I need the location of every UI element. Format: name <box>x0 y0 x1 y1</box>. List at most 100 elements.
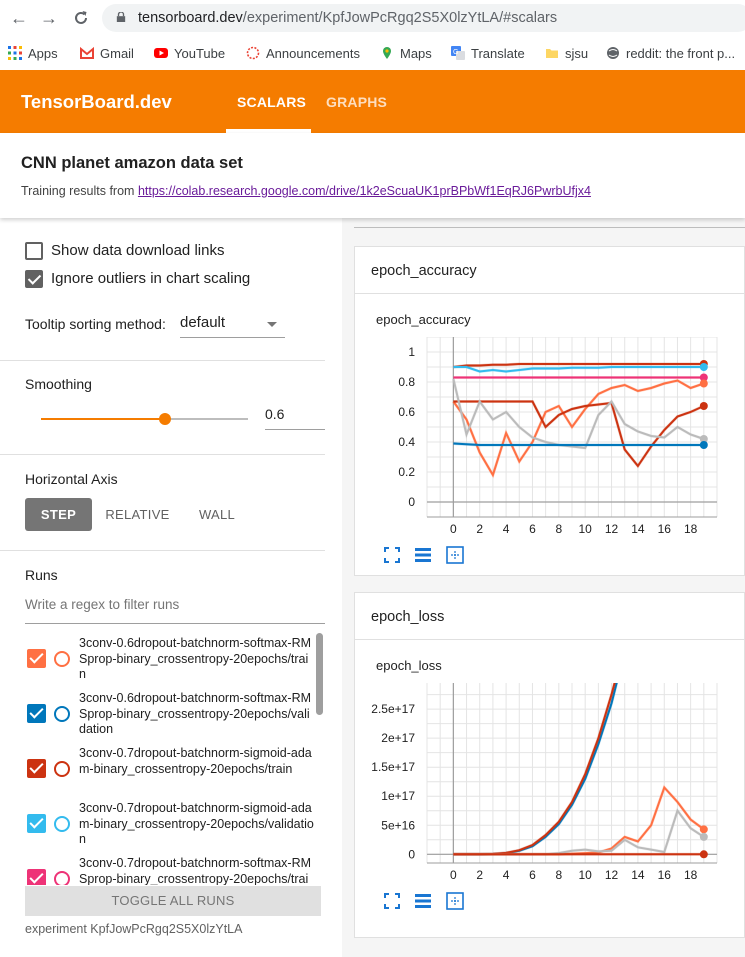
fullscreen-icon[interactable] <box>383 892 401 910</box>
folder-icon <box>546 49 558 58</box>
x-tick-label: 18 <box>684 522 698 536</box>
ignore-outliers-checkbox[interactable] <box>25 270 43 288</box>
card-epoch-accuracy: epoch_accuracy epoch_accuracy 0 2 4 6 8 10 12 1… <box>354 246 745 576</box>
sidebar: Show data download links Ignore outliers… <box>0 218 342 957</box>
bookmark-gmail[interactable]: Gmail <box>80 43 134 63</box>
x-tick-label: 18 <box>684 868 698 882</box>
run-color-circle[interactable] <box>54 816 70 832</box>
x-tick-label: 16 <box>658 868 672 882</box>
y-tick-label: 5e+16 <box>381 818 415 832</box>
data-table-icon[interactable] <box>414 892 432 910</box>
series-endpoint <box>699 379 708 388</box>
bookmark-announcements[interactable]: Announcements <box>246 43 360 63</box>
series-endpoint <box>699 850 708 859</box>
fit-domain-icon[interactable] <box>446 892 464 910</box>
x-tick-label: 4 <box>503 522 510 536</box>
smoothing-label: Smoothing <box>25 376 92 392</box>
x-tick-label: 0 <box>450 522 457 536</box>
bookmark-label: Gmail <box>100 45 134 61</box>
run-checkbox[interactable] <box>27 759 46 778</box>
axis-step-button[interactable]: STEP <box>25 498 92 531</box>
bookmark-label: Apps <box>28 45 58 61</box>
fullscreen-icon[interactable] <box>383 546 401 564</box>
card-title: epoch_accuracy <box>371 263 477 279</box>
x-tick-label: 8 <box>555 868 562 882</box>
series-endpoint <box>699 832 708 841</box>
x-tick-label: 12 <box>605 522 619 536</box>
bookmark-apps[interactable]: Apps <box>8 43 58 63</box>
fit-domain-icon[interactable] <box>446 546 464 564</box>
x-tick-label: 16 <box>658 522 672 536</box>
address-bar[interactable]: tensorboard.dev/experiment/KpfJowPcRgq2S… <box>102 4 745 32</box>
bookmark-label: Translate <box>471 45 525 61</box>
series-endpoint <box>699 363 708 371</box>
show-download-links-checkbox[interactable] <box>25 242 43 260</box>
x-tick-label: 4 <box>503 868 510 882</box>
x-tick-label: 10 <box>579 868 593 882</box>
youtube-icon <box>154 48 168 58</box>
reload-icon[interactable] <box>72 9 90 27</box>
url-host: tensorboard.dev <box>138 10 243 26</box>
main-content: epoch_accuracy epoch_accuracy 0 2 4 6 8 10 12 1… <box>342 218 745 957</box>
axis-relative-button[interactable]: RELATIVE <box>104 498 171 531</box>
horizontal-axis-label: Horizontal Axis <box>25 471 118 487</box>
toggle-all-runs-button[interactable]: TOGGLE ALL RUNS <box>25 886 321 916</box>
data-table-icon[interactable] <box>414 546 432 564</box>
run-color-circle[interactable] <box>54 706 70 722</box>
y-tick-label: 0.8 <box>398 375 415 389</box>
gmail-icon <box>80 46 94 59</box>
bookmark-sjsu[interactable]: sjsu <box>545 43 588 63</box>
experiment-title: CNN planet amazon data set <box>21 154 243 172</box>
tab-graphs[interactable]: GRAPHS <box>326 94 387 110</box>
run-checkbox[interactable] <box>27 814 46 833</box>
bookmark-label: YouTube <box>174 45 226 61</box>
forward-arrow-icon[interactable]: → <box>40 8 58 29</box>
run-name: 3conv-0.7dropout-batchnorm-softmax-RMSpr… <box>79 856 312 885</box>
series-endpoint <box>699 441 708 449</box>
bookmarks-bar: Apps Gmail YouTube Announcements Maps G … <box>0 36 745 70</box>
run-color-circle[interactable] <box>54 651 70 667</box>
run-name: 3conv-0.6dropout-batchnorm-softmax-RMSpr… <box>79 636 312 681</box>
runs-list: 3conv-0.6dropout-batchnorm-softmax-RMSpr… <box>25 632 325 885</box>
brand-title[interactable]: TensorBoard.dev <box>21 91 172 113</box>
colab-link[interactable]: https://colab.research.google.com/drive/… <box>138 184 591 198</box>
smoothing-slider-thumb[interactable] <box>159 413 172 425</box>
runs-filter-input[interactable]: Write a regex to filter runs <box>25 597 325 624</box>
run-name: 3conv-0.7dropout-batchnorm-sigmoid-adam-… <box>79 746 312 776</box>
x-tick-label: 8 <box>555 522 562 536</box>
x-tick-label: 10 <box>579 522 593 536</box>
smoothing-slider-fill <box>41 418 166 420</box>
apps-grid-icon <box>8 46 22 60</box>
run-color-circle[interactable] <box>54 871 70 885</box>
run-checkbox[interactable] <box>27 869 46 885</box>
run-color-circle[interactable] <box>54 761 70 777</box>
tooltip-sorting-select[interactable]: default <box>180 311 285 338</box>
svg-text:G: G <box>453 49 458 56</box>
back-arrow-icon[interactable]: ← <box>10 8 28 29</box>
announcements-icon <box>246 46 260 60</box>
runs-label: Runs <box>25 567 58 583</box>
tab-scalars[interactable]: SCALARS <box>237 94 306 110</box>
runs-scrollbar[interactable] <box>316 633 323 715</box>
card-header[interactable]: epoch_accuracy <box>355 247 745 294</box>
lock-icon <box>116 12 126 22</box>
bookmark-youtube[interactable]: YouTube <box>154 43 225 63</box>
bookmark-reddit[interactable]: reddit: the front p... <box>606 43 735 63</box>
tooltip-sorting-value: default <box>180 314 226 331</box>
url-path: /experiment/KpfJowPcRgq2S5X0lzYtLA/#scal… <box>242 10 558 26</box>
run-checkbox[interactable] <box>27 704 46 723</box>
card-epoch-loss: epoch_loss epoch_loss 0 2 4 6 8 10 12 14 16 18 0 5e… <box>354 592 745 938</box>
bookmark-translate[interactable]: G Translate <box>451 43 525 63</box>
run-checkbox[interactable] <box>27 649 46 668</box>
series-line <box>453 400 705 468</box>
accuracy-chart[interactable]: 0 2 4 6 8 10 12 14 16 18 0 0.2 0.4 0.6 0.8 1 <box>367 337 727 537</box>
y-tick-label: 0.6 <box>398 405 415 419</box>
tag-filter-input[interactable] <box>354 218 745 228</box>
y-tick-label: 0 <box>408 847 415 861</box>
axis-wall-button[interactable]: WALL <box>190 498 244 531</box>
bookmark-maps[interactable]: Maps <box>380 43 432 63</box>
smoothing-value-input[interactable]: 0.6 <box>265 406 325 430</box>
loss-chart[interactable]: 0 2 4 6 8 10 12 14 16 18 0 5e+16 1e+17 1.5e+17 2e+17 2.… <box>367 683 727 883</box>
card-header[interactable]: epoch_loss <box>355 593 745 640</box>
divider <box>0 360 325 361</box>
